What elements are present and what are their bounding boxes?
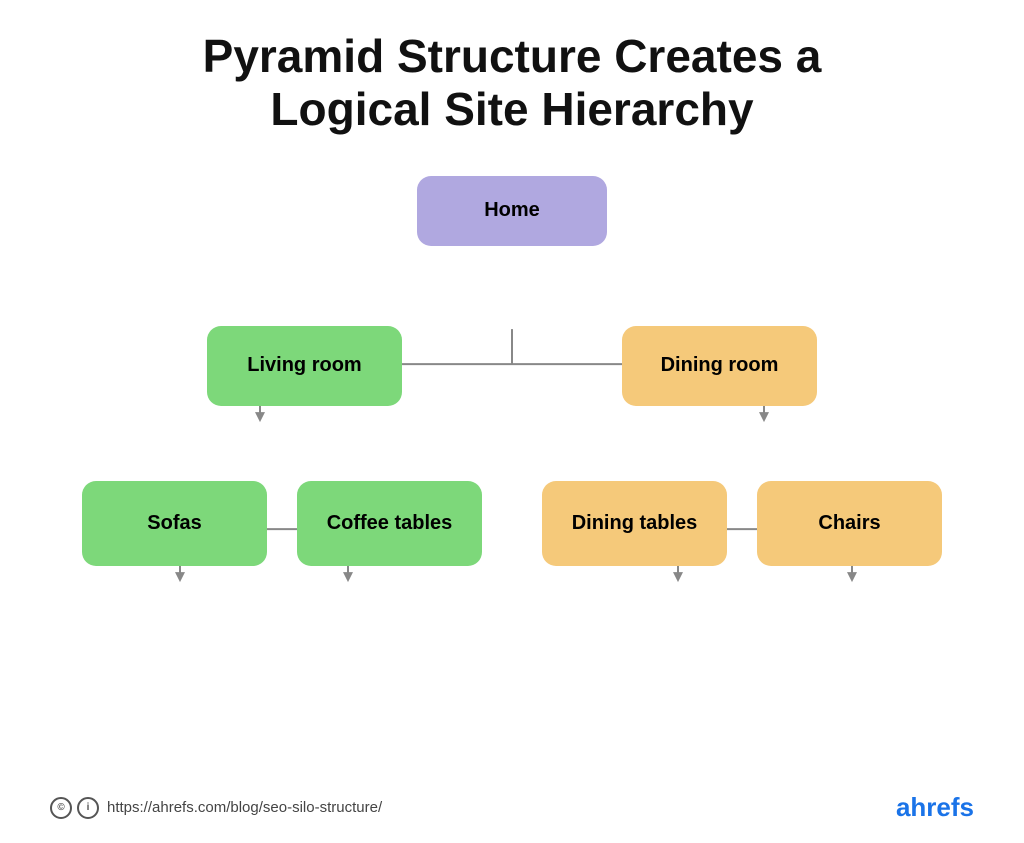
connectors-svg xyxy=(40,166,984,772)
page-container: Pyramid Structure Creates a Logical Site… xyxy=(0,0,1024,843)
group-living: Sofas Coffee tables xyxy=(82,481,482,566)
footer-left: © i https://ahrefs.com/blog/seo-silo-str… xyxy=(50,797,382,819)
node-sofas: Sofas xyxy=(82,481,267,566)
ahrefs-logo: ahrefs xyxy=(896,792,974,823)
row-level2: Living room Dining room xyxy=(40,326,984,406)
page-title: Pyramid Structure Creates a Logical Site… xyxy=(203,30,822,136)
node-dining-tables: Dining tables xyxy=(542,481,727,566)
node-dining-room: Dining room xyxy=(622,326,817,406)
row-level3: Sofas Coffee tables Dining tables Chairs xyxy=(40,481,984,566)
footer: © i https://ahrefs.com/blog/seo-silo-str… xyxy=(40,792,984,823)
footer-url: https://ahrefs.com/blog/seo-silo-structu… xyxy=(107,799,382,816)
node-chairs: Chairs xyxy=(757,481,942,566)
diagram: Home Living room Dining room Sofas Coffe… xyxy=(40,166,984,772)
footer-icons: © i xyxy=(50,797,99,819)
node-home: Home xyxy=(417,176,607,246)
node-coffee-tables: Coffee tables xyxy=(297,481,482,566)
info-icon: i xyxy=(77,797,99,819)
cc-icon: © xyxy=(50,797,72,819)
group-dining: Dining tables Chairs xyxy=(542,481,942,566)
node-living-room: Living room xyxy=(207,326,402,406)
row-home: Home xyxy=(40,176,984,246)
